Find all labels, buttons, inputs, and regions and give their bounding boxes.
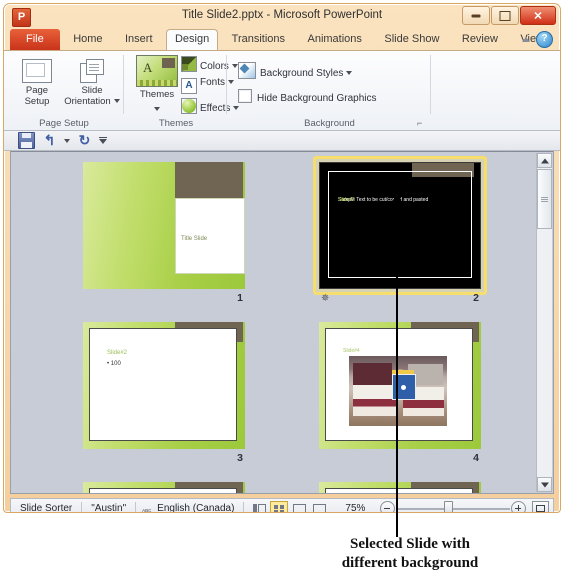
slide-sorter-view-button[interactable] [270, 500, 289, 512]
slide-orientation-icon [79, 59, 105, 83]
background-dialog-launcher[interactable]: ⌐ [417, 118, 427, 128]
collapse-ribbon-icon[interactable] [522, 37, 530, 42]
slide-orientation-button[interactable]: Slide Orientation [62, 59, 122, 107]
themes-label: Themes [139, 89, 175, 100]
slide-show-button[interactable] [310, 501, 328, 512]
slide-4-canvas: Slide#4 [319, 322, 481, 449]
scroll-down-button[interactable] [537, 477, 552, 492]
slide-3-heading: Slide#2 [107, 350, 128, 356]
ribbon-group-themes: A Themes Colors A Fonts Effects Themes [125, 51, 240, 130]
slide-2-transition-icon[interactable]: ✵ [321, 293, 329, 304]
page-setup-label-1: Page [25, 85, 49, 96]
slide-5-canvas [83, 482, 245, 493]
ribbon-group-page-setup: Page Setup Slide Orientation Page Setup [4, 51, 124, 130]
page-setup-label-2: Setup [24, 95, 50, 107]
slide-3-bullet: • 100 [107, 361, 121, 367]
reading-view-button[interactable] [290, 501, 308, 512]
effects-icon [181, 98, 197, 114]
slide-3-canvas: Slide#2 • 100 [83, 322, 245, 449]
tab-home[interactable]: Home [64, 29, 111, 50]
view-buttons [250, 500, 328, 512]
restore-button[interactable] [491, 6, 519, 25]
annotation-arrow-line [396, 192, 398, 537]
vertical-scrollbar[interactable] [536, 153, 552, 492]
redo-icon[interactable]: ↻ [77, 133, 92, 148]
slide-number-2: 2 [473, 292, 479, 304]
normal-view-button[interactable] [250, 501, 268, 512]
status-bar: Slide Sorter "Austin" English (Canada) 7… [10, 498, 554, 513]
quick-access-toolbar: ↰ ↻ [4, 131, 560, 151]
background-styles-icon [238, 62, 256, 79]
group-name-themes: Themes [158, 118, 194, 129]
title-bar: P Title Slide2.pptx - Microsoft PowerPoi… [4, 4, 560, 29]
tab-transitions[interactable]: Transitions [223, 29, 294, 50]
tab-slide-show[interactable]: Slide Show [375, 29, 448, 50]
status-view-name: Slide Sorter [20, 503, 73, 513]
ribbon-help-group: ? [522, 31, 553, 48]
slide-thumbnail-4[interactable]: Slide#4 4 [319, 322, 481, 464]
slide-thumbnail-6[interactable] [319, 482, 481, 493]
background-styles-button[interactable]: Background Styles [238, 62, 353, 79]
slide-4-image [349, 356, 447, 426]
tab-design[interactable]: Design [165, 29, 219, 51]
checkbox-icon [238, 89, 252, 103]
group-name-page-setup: Page Setup [39, 118, 89, 129]
hide-background-graphics-checkbox[interactable]: Hide Background Graphics [238, 89, 377, 106]
theme-thumbnail-icon: A [136, 55, 178, 87]
save-icon[interactable] [18, 132, 35, 149]
powerpoint-window: P Title Slide2.pptx - Microsoft PowerPoi… [3, 3, 561, 513]
page-setup-button[interactable]: Page Setup [10, 59, 64, 107]
undo-icon[interactable]: ↰ [42, 133, 57, 148]
window-controls: ✕ [462, 6, 556, 25]
slide-6-canvas [319, 482, 481, 493]
close-button[interactable]: ✕ [520, 6, 556, 25]
annotation-line-2: different background [341, 555, 479, 571]
zoom-out-button[interactable] [380, 501, 396, 512]
annotation-caption: Selected Slide with different background [260, 535, 560, 573]
slide-orientation-label-2: Orientation [62, 96, 122, 108]
slide-1-title: Title Slide [181, 236, 208, 242]
customize-toolbar-icon[interactable] [99, 137, 107, 144]
themes-gallery-button[interactable]: A Themes [131, 55, 183, 118]
slide-sorter-pane[interactable]: Title Slide 1 Sample Text to be cut/copi… [10, 151, 554, 494]
scroll-up-button[interactable] [537, 153, 552, 168]
slide-1-canvas: Title Slide [83, 162, 245, 289]
status-theme-name: "Austin" [91, 503, 127, 513]
undo-dropdown-icon[interactable] [64, 138, 70, 143]
slide-4-heading: Slide#4 [343, 348, 360, 354]
slide-thumbnail-1[interactable]: Title Slide 1 [83, 162, 245, 304]
slide-thumbnail-2[interactable]: Sample Text to be cut/copied and pasted … [313, 156, 487, 304]
tab-file[interactable]: File [10, 29, 60, 50]
slide-number-1: 1 [237, 292, 243, 304]
status-language[interactable]: English (Canada) [148, 503, 243, 512]
ribbon-group-background: Background Styles Hide Background Graphi… [228, 51, 431, 130]
slide-number-4: 4 [473, 452, 479, 464]
group-name-background: Background [304, 118, 355, 129]
fit-slide-to-window-button[interactable] [532, 501, 549, 512]
fonts-icon: A [181, 78, 197, 94]
tab-insert[interactable]: Insert [116, 29, 162, 50]
zoom-slider-handle[interactable] [444, 501, 454, 512]
slide-number-3: 3 [237, 452, 243, 464]
tab-animations[interactable]: Animations [299, 29, 371, 50]
ribbon-tabs: File Home Insert Design Transitions Anim… [4, 29, 560, 51]
scrollbar-thumb[interactable] [537, 169, 552, 229]
slide-2-canvas: Sample Text to be cut/copied and pasted … [319, 162, 481, 289]
help-icon[interactable]: ? [536, 31, 553, 48]
zoom-slider[interactable] [380, 501, 526, 512]
slide-thumbnail-3[interactable]: Slide#2 • 100 3 [83, 322, 245, 464]
annotation-line-1: Selected Slide with [350, 536, 470, 552]
slide-thumbnail-5[interactable] [83, 482, 245, 493]
zoom-in-button[interactable] [511, 501, 526, 512]
page-setup-icon [22, 59, 52, 83]
zoom-level: 75% [345, 503, 366, 513]
tab-review[interactable]: Review [453, 29, 507, 50]
colors-icon [181, 56, 197, 72]
ribbon: Page Setup Slide Orientation Page Setup … [4, 50, 560, 131]
minimize-button[interactable] [462, 6, 490, 25]
